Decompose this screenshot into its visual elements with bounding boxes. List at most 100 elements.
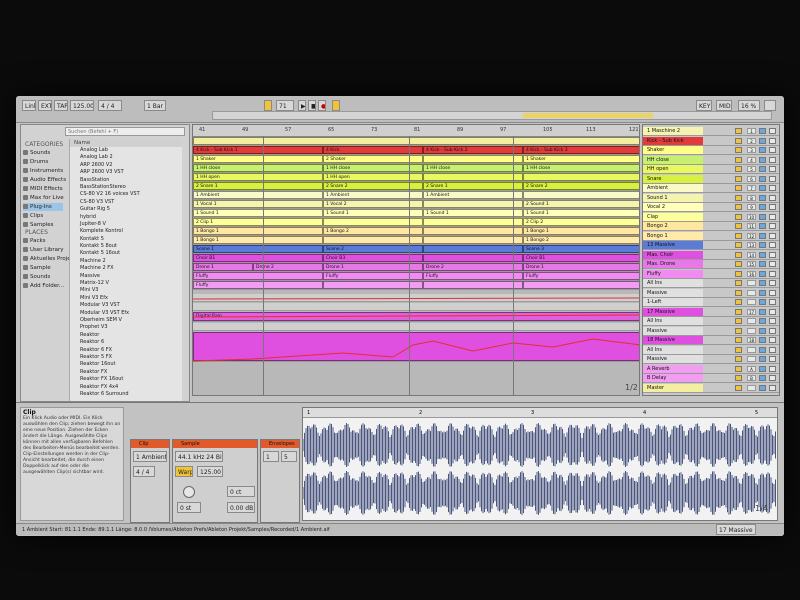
arrangement-clip[interactable]: 1 Sound 1	[423, 209, 523, 217]
arrangement-clip[interactable]: 1 Vocal 1	[193, 200, 323, 208]
track-name[interactable]: Bongo 2	[643, 222, 703, 230]
solo-button[interactable]	[759, 128, 766, 134]
bpm-field[interactable]: 125.00	[197, 466, 223, 477]
track-header[interactable]: 18 Massive 18	[643, 336, 779, 345]
track-header[interactable]: Massive	[643, 288, 779, 298]
track-name[interactable]: 17 Massive	[643, 307, 703, 316]
track-activator-button[interactable]	[735, 166, 742, 172]
arrangement-clip[interactable]: Choir B1	[193, 254, 323, 262]
arrangement-clip[interactable]	[523, 281, 639, 289]
track-lane[interactable]	[193, 137, 639, 146]
arm-button[interactable]	[769, 147, 776, 153]
track-lane[interactable]: 1 Ambient 1 Ambient 1 Ambient	[193, 191, 639, 200]
arm-button[interactable]	[769, 299, 776, 305]
arrangement-clip[interactable]: 1 Bongo 1	[193, 227, 323, 235]
browser-item[interactable]: Komplete Kontrol	[70, 228, 182, 235]
browser-item[interactable]: Reaktor FX 4x4	[70, 384, 182, 391]
arm-button[interactable]	[769, 384, 776, 391]
solo-button[interactable]	[759, 185, 766, 191]
track-header[interactable]: Mas. Drone 15	[643, 260, 779, 269]
track-header[interactable]: B Delay B	[643, 374, 779, 383]
track-name[interactable]: Massive	[643, 355, 703, 363]
arrangement-clip[interactable]: Drone 1	[523, 263, 639, 271]
track-activator-button[interactable]	[735, 280, 742, 286]
category-max-for-live[interactable]: Max for Live	[23, 194, 64, 202]
track-header[interactable]: Bongo 2 11	[643, 222, 779, 231]
solo-button[interactable]	[759, 375, 766, 381]
browser-item[interactable]: Massive	[70, 273, 182, 280]
arrangement-clip[interactable]: 1 Sound 1	[523, 209, 639, 217]
solo-button[interactable]	[759, 156, 766, 163]
track-header[interactable]: Mas. Choir 14	[643, 250, 779, 260]
end-field[interactable]: 5	[281, 451, 297, 462]
solo-button[interactable]	[759, 137, 766, 144]
arm-button[interactable]	[769, 327, 776, 334]
clip-name-field[interactable]: 1 Ambient	[133, 451, 167, 462]
arrangement-clip[interactable]: 4 Kick - Sub Kick 3	[523, 146, 639, 154]
arrangement-clip[interactable]: Scene 1	[193, 245, 323, 253]
track-name[interactable]: Sound 1	[643, 193, 703, 202]
arrangement-clip[interactable]	[423, 173, 523, 181]
overdub-icon[interactable]	[332, 100, 340, 111]
track-activator-button[interactable]	[735, 261, 742, 267]
arrangement-clip[interactable]: Fluffy	[193, 272, 323, 280]
arm-button[interactable]	[769, 194, 776, 201]
track-activator-button[interactable]	[735, 185, 742, 191]
sample-editor[interactable]: 1 2 3 4 5 1/4	[302, 407, 778, 521]
place-aktuelles-projekt[interactable]: Aktuelles Projekt	[23, 255, 76, 263]
category-sounds[interactable]: Sounds	[23, 149, 63, 157]
track-header[interactable]: A Reverb A	[643, 364, 779, 374]
browser-item[interactable]: BassStationStereo	[70, 184, 182, 191]
track-activator-button[interactable]	[735, 289, 742, 296]
track-name[interactable]: HH close	[643, 155, 703, 164]
track-lane[interactable]: Fluffy	[193, 281, 639, 290]
arrangement-clip[interactable]: Drone 1	[193, 263, 253, 271]
arm-button[interactable]	[769, 232, 776, 239]
track-header[interactable]: Master	[643, 383, 779, 393]
browser-item[interactable]: Mini V3	[70, 287, 182, 294]
arrangement-clip[interactable]	[323, 281, 423, 289]
track-activator-button[interactable]	[735, 318, 742, 324]
track-lane[interactable]: 2 Snare 12 Snare 22 Snare 12 Snare 2	[193, 182, 639, 191]
song-position-field[interactable]: 71	[276, 100, 294, 111]
arrangement-clip[interactable]	[523, 191, 639, 199]
track-activator-button[interactable]	[735, 327, 742, 334]
arrangement-clip[interactable]: 1 HH close	[193, 164, 323, 172]
track-name[interactable]: Massive	[643, 288, 703, 297]
name-column-header[interactable]: Name	[70, 139, 182, 147]
track-activator-button[interactable]	[735, 251, 742, 258]
track-lane[interactable]: 4 Kick - Sub Kick 14 Kick 4 Kick - Sub Ki…	[193, 146, 639, 155]
category-audio-effects[interactable]: Audio Effects	[23, 176, 66, 184]
track-header[interactable]: 13 Massive 13	[643, 241, 779, 250]
ext-sync-button[interactable]: EXT	[38, 100, 52, 111]
track-activator-button[interactable]	[735, 299, 742, 305]
place-user-library[interactable]: User Library	[23, 246, 64, 254]
track-lane[interactable]: Drone 1 Drone 2 Drone 1 Drone 2 Drone 1	[193, 263, 639, 272]
track-header[interactable]: All Ins	[643, 317, 779, 326]
track-activator-button[interactable]	[735, 308, 742, 315]
browser-item[interactable]: BassStation	[70, 177, 182, 184]
arrangement-clip[interactable]: 1 HH close	[523, 164, 639, 172]
track-activator-button[interactable]	[735, 270, 742, 277]
arrangement-clip[interactable]: 2 Clip 2	[523, 218, 639, 226]
arrangement-clip[interactable]	[423, 281, 523, 289]
category-plug-ins[interactable]: Plug-Ins	[23, 203, 63, 211]
browser-item[interactable]: Analog Lab	[70, 147, 182, 154]
arrangement-clip[interactable]: 1 Shaker	[193, 155, 323, 163]
track-header[interactable]: Snare 6	[643, 174, 779, 184]
arm-button[interactable]	[769, 156, 776, 163]
track-name[interactable]: Massive	[643, 326, 703, 335]
place-packs[interactable]: Packs	[23, 237, 63, 245]
arrangement-clip[interactable]: Fluffy	[193, 281, 323, 289]
arrangement-clip[interactable]: 1 Bongo 2	[523, 236, 639, 244]
arm-button[interactable]	[769, 289, 776, 296]
arrangement-clip[interactable]	[423, 236, 523, 244]
track-activator-button[interactable]	[735, 213, 742, 220]
arrangement-clip[interactable]: 1 HH open	[193, 173, 323, 181]
solo-button[interactable]	[759, 327, 766, 334]
browser-item[interactable]: Reaktor 6	[70, 339, 182, 346]
arrangement-clip[interactable]: 1 Ambient	[193, 191, 323, 199]
track-header[interactable]: All Ins	[643, 279, 779, 288]
transpose-knob[interactable]	[183, 486, 195, 498]
arm-button[interactable]	[769, 166, 776, 172]
